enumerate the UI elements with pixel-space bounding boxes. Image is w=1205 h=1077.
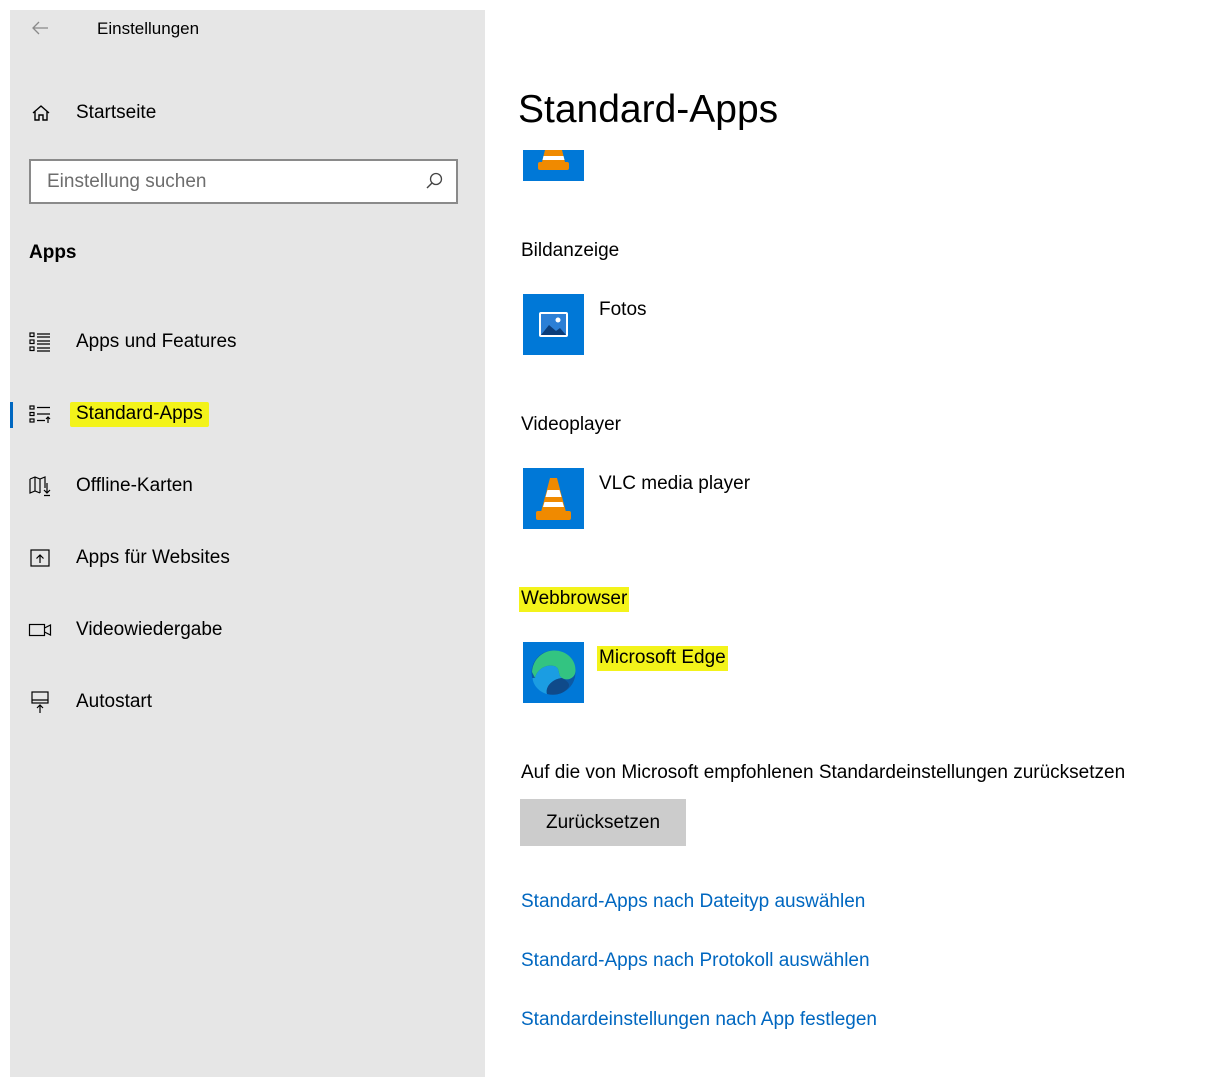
sidebar-item-standard-apps[interactable]: Standard-Apps [10, 394, 485, 434]
sidebar-item-apps-features[interactable]: Apps und Features [10, 322, 485, 362]
highlighted-label: Standard-Apps [70, 402, 209, 427]
vlc-app-icon-partial[interactable] [523, 150, 584, 181]
sidebar-item-offline-maps[interactable]: Offline-Karten [10, 466, 485, 506]
default-app-name-vlc[interactable]: VLC media player [599, 473, 750, 495]
sidebar-item-label: Autostart [76, 691, 153, 712]
back-arrow-icon [32, 21, 48, 35]
home-icon [32, 105, 50, 121]
category-label-web-browser: Webbrowser [519, 587, 630, 612]
default-app-tile-photos[interactable] [523, 294, 584, 355]
link-set-defaults-by-app[interactable]: Standardeinstellungen nach App festlegen [521, 1009, 877, 1031]
window-title: Einstellungen [97, 19, 200, 38]
category-label-video-player: Videoplayer [521, 414, 622, 435]
highlighted-label: Webbrowser [519, 587, 630, 612]
sidebar-item-label: Offline-Karten [76, 475, 193, 496]
default-app-name-photos[interactable]: Fotos [599, 299, 647, 321]
search-box[interactable] [29, 159, 458, 204]
sidebar-item-video-playback[interactable]: Videowiedergabe [10, 610, 485, 650]
startup-icon [31, 691, 49, 713]
default-app-tile-vlc[interactable] [523, 468, 584, 529]
reset-button[interactable]: Zurücksetzen [520, 799, 686, 846]
default-app-tile-edge[interactable] [523, 642, 584, 703]
category-label-photo-viewer: Bildanzeige [521, 240, 620, 261]
apps-for-websites-icon [30, 549, 50, 567]
default-app-name-edge[interactable]: Microsoft Edge [597, 646, 728, 671]
sidebar-item-autostart[interactable]: Autostart [10, 682, 485, 722]
sidebar-item-label: Videowiedergabe [76, 619, 223, 640]
sidebar-item-label: Standard-Apps [70, 402, 209, 427]
search-input[interactable] [31, 161, 427, 202]
vlc-app-icon [536, 478, 571, 520]
reset-description: Auf die von Microsoft empfohlenen Standa… [521, 762, 1126, 783]
sidebar-item-label: Startseite [76, 102, 157, 123]
sidebar-item-home[interactable]: Startseite [10, 98, 485, 128]
video-playback-icon [28, 623, 52, 637]
default-apps-icon [29, 405, 51, 423]
title-bar: Einstellungen [10, 10, 485, 50]
section-title: Apps [29, 242, 77, 263]
back-button[interactable] [28, 16, 52, 40]
edge-app-icon [531, 650, 576, 695]
page-title: Standard-Apps [518, 88, 779, 131]
highlighted-label: Microsoft Edge [597, 646, 728, 671]
sidebar-item-label: Apps und Features [76, 331, 237, 352]
link-choose-by-file-type[interactable]: Standard-Apps nach Dateityp auswählen [521, 891, 865, 913]
offline-maps-icon [29, 476, 51, 497]
selection-indicator [10, 402, 13, 428]
apps-features-icon [29, 332, 50, 352]
sidebar: Einstellungen Startseite Apps Apps und F… [10, 10, 485, 1077]
photos-app-icon [539, 312, 568, 337]
vlc-cone-icon [538, 150, 569, 170]
sidebar-item-label: Apps für Websites [76, 547, 230, 568]
sidebar-item-apps-websites[interactable]: Apps für Websites [10, 538, 485, 578]
search-icon[interactable] [424, 171, 444, 191]
link-choose-by-protocol[interactable]: Standard-Apps nach Protokoll auswählen [521, 950, 870, 972]
